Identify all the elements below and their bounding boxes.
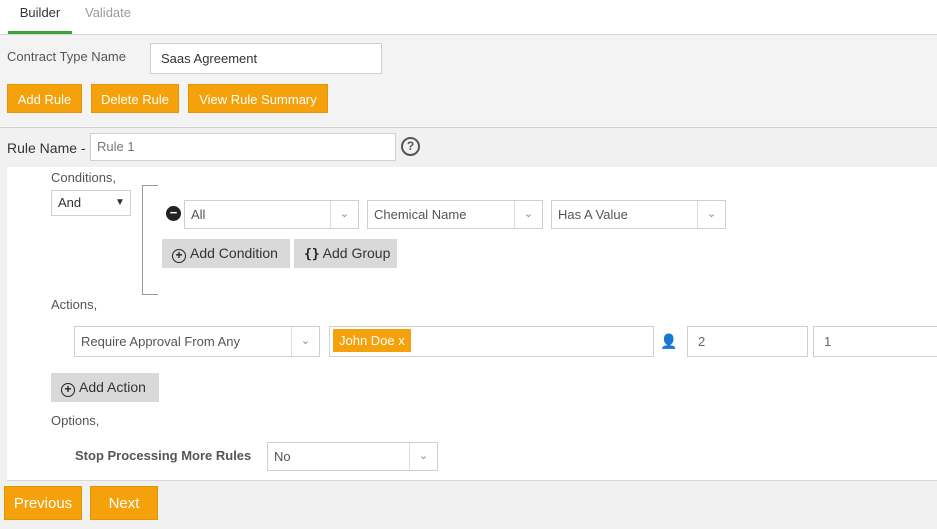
condition-group-bracket xyxy=(142,185,158,295)
condition-field2-value: Chemical Name xyxy=(374,207,467,222)
plus-circle-icon: + xyxy=(172,249,186,263)
header-area xyxy=(0,35,937,128)
chevron-down-icon: ▼ xyxy=(115,197,125,208)
approval-count-input[interactable]: 2 xyxy=(687,326,808,357)
stop-processing-label: Stop Processing More Rules xyxy=(75,448,252,463)
condition-operator-select[interactable]: And ▼ xyxy=(51,190,131,216)
chevron-down-icon: ⌄ xyxy=(291,327,319,356)
user-tag[interactable]: John Doe x xyxy=(333,329,411,352)
delete-rule-button[interactable]: Delete Rule xyxy=(91,84,179,113)
next-button[interactable]: Next xyxy=(90,486,158,520)
remove-condition-icon[interactable]: − xyxy=(166,206,181,221)
rule-name-label: Rule Name - xyxy=(7,140,86,156)
add-group-label: Add Group xyxy=(322,245,391,261)
options-label: Options, xyxy=(51,413,100,428)
contract-type-input[interactable]: Saas Agreement xyxy=(150,43,382,74)
previous-button[interactable]: Previous xyxy=(4,486,82,520)
conditions-label: Conditions, xyxy=(51,170,117,185)
approval-level-input[interactable]: 1 xyxy=(813,326,937,357)
add-condition-button[interactable]: + Add Condition xyxy=(162,239,290,268)
braces-icon: {} xyxy=(304,247,320,262)
add-group-button[interactable]: {} Add Group xyxy=(294,239,397,268)
approval-type-value: Require Approval From Any xyxy=(81,334,240,349)
condition-field1-value: All xyxy=(191,207,206,222)
add-condition-label: Add Condition xyxy=(190,245,278,261)
condition-field2-select[interactable]: Chemical Name ⌄ xyxy=(367,200,543,229)
view-rule-summary-button[interactable]: View Rule Summary xyxy=(188,84,328,113)
chevron-down-icon: ⌄ xyxy=(330,201,358,228)
add-action-label: Add Action xyxy=(79,379,146,395)
chevron-down-icon: ⌄ xyxy=(697,201,725,228)
condition-field3-select[interactable]: Has A Value ⌄ xyxy=(551,200,726,229)
person-add-icon[interactable]: 👤 xyxy=(660,333,678,349)
tab-validate[interactable]: Validate xyxy=(76,0,140,34)
help-icon[interactable]: ? xyxy=(401,137,420,156)
stop-processing-select[interactable]: No ⌄ xyxy=(267,442,438,471)
condition-field1-select[interactable]: All ⌄ xyxy=(184,200,359,229)
tab-bar xyxy=(0,0,937,35)
rule-name-input[interactable]: Rule 1 xyxy=(90,133,396,161)
approval-type-select[interactable]: Require Approval From Any ⌄ xyxy=(74,326,320,357)
condition-field3-value: Has A Value xyxy=(558,207,628,222)
tab-builder[interactable]: Builder xyxy=(8,0,72,34)
chevron-down-icon: ⌄ xyxy=(514,201,542,228)
condition-operator-value: And xyxy=(58,195,82,210)
stop-processing-value: No xyxy=(274,449,291,464)
add-rule-button[interactable]: Add Rule xyxy=(7,84,82,113)
contract-type-label: Contract Type Name xyxy=(7,49,126,64)
actions-label: Actions, xyxy=(51,297,98,312)
plus-circle-icon: + xyxy=(61,383,75,397)
chevron-down-icon: ⌄ xyxy=(409,443,437,470)
add-action-button[interactable]: + Add Action xyxy=(51,373,159,402)
